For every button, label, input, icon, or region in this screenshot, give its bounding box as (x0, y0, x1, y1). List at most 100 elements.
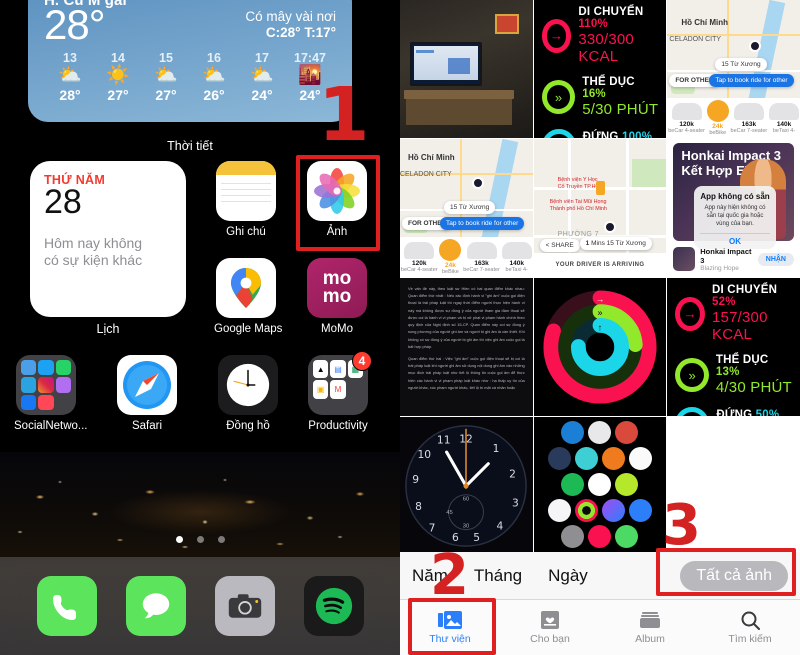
ride-label: beCar 4-seater (400, 266, 438, 273)
ride-option[interactable]: 140k beTaxi 4- (501, 241, 532, 273)
app-icon-clock[interactable]: Đồng hồ (216, 355, 280, 432)
partly-cloudy-icon: ⛅ (58, 64, 82, 86)
page-dot-3[interactable] (217, 536, 225, 543)
svg-text:↑: ↑ (598, 322, 602, 332)
forecast-hour: 14 ☀️ 27° (94, 51, 142, 103)
appstore-app-row[interactable]: Honkai Impact 3 Blazing Hope NHẬN (673, 245, 794, 273)
weather-temperature: 28° (44, 1, 106, 48)
map-marker-icon (595, 181, 605, 195)
photo-thumbnail-ride-map-2[interactable]: Hồ Chí Minh CELADON CITY 15 Từ Xương FOR… (400, 139, 533, 277)
app-icon-google-maps[interactable]: Google Maps (214, 258, 282, 335)
map-book-ride-pill[interactable]: Tap to book ride for other (709, 74, 794, 87)
page-dot-1[interactable] (175, 536, 183, 543)
dock (0, 557, 400, 655)
app-folder-socialnetwork[interactable]: SocialNetwo... (14, 355, 88, 432)
photo-thumbnail-activity-2[interactable]: → DI CHUYỂN 52% 157/300 KCAL » THỂ DỤC 1… (667, 278, 800, 416)
annotation-box-library-tab (408, 598, 496, 655)
svg-text:30: 30 (463, 524, 469, 530)
ride-option[interactable]: 163k beCar 7-seater (730, 102, 768, 134)
page-indicator[interactable] (0, 536, 400, 543)
svg-text:9: 9 (413, 473, 420, 486)
ride-option[interactable]: 140k beTaxi 4- (769, 102, 800, 134)
phone-icon[interactable] (36, 576, 97, 636)
tab-albums[interactable]: Album (600, 600, 700, 655)
photo-thumbnail-desk[interactable] (400, 0, 533, 138)
eta-destination: 15 Từ Xương (606, 240, 646, 247)
activity-row-exercise: » THỂ DỤC 16% 5/30 PHÚT (541, 76, 661, 118)
watch-app-icon (615, 473, 639, 496)
calendar-widget-label: Lịch (96, 322, 120, 336)
svg-text:10: 10 (418, 448, 432, 461)
svg-text:7: 7 (429, 522, 436, 535)
app-icon-momo[interactable]: mo mo MoMo (305, 258, 369, 335)
ride-price: 24k (712, 123, 724, 130)
watch-app-icon (601, 447, 625, 470)
hospital-1-line1: Bệnh viện Y Học (557, 177, 598, 183)
exercise-ring-icon: » (675, 358, 709, 392)
photo-thumbnail-document[interactable]: Về vấn đề này, theo luật sư Hiền có hai … (400, 278, 533, 416)
weather-widget-label: Thời tiết (167, 139, 213, 153)
app-icon-notes[interactable]: Ghi chú (214, 161, 278, 238)
move-label: DI CHUYỂN 110% (578, 6, 660, 30)
driver-status-text: YOUR DRIVER IS ARRIVING (555, 262, 645, 268)
camera-icon[interactable] (214, 576, 275, 636)
app-subtitle: Blazing Hope (700, 264, 739, 272)
hospital-2-line2: Thành phố Hồ Chí Minh (549, 206, 607, 213)
tab-search[interactable]: Tìm kiếm (700, 600, 800, 655)
photo-thumbnail-watch-apps[interactable] (533, 417, 667, 555)
calendar-widget[interactable]: THỨ NĂM 28 Hôm nay không có sự kiện khác (30, 161, 186, 317)
map-address-pill[interactable]: 15 Từ Xương (444, 201, 496, 214)
watch-app-row (538, 499, 663, 522)
ride-option[interactable]: 24k beBike (439, 239, 462, 275)
photo-thumbnail-ride-map-1[interactable]: Hồ Chí Minh CELADON CITY 15 Từ Xương FOR… (667, 0, 800, 138)
spotify-icon[interactable] (303, 576, 364, 636)
forecast-temp: 28° (59, 86, 81, 103)
watch-app-icon (628, 447, 652, 470)
ride-label: beCar 4-seater (668, 127, 705, 134)
tab-for-you[interactable]: Cho bạn (500, 600, 600, 655)
ride-option[interactable]: 120k beCar 4-seater (668, 102, 705, 134)
weather-widget[interactable]: H. Củ M gai 28° Có mây vài nơi C:28° T:1… (28, 0, 352, 122)
map-book-ride-pill[interactable]: Tap to book ride for other (440, 217, 525, 230)
app-label: SocialNetwo... (14, 420, 88, 432)
get-app-button[interactable]: NHẬN (757, 252, 794, 266)
messages-icon[interactable] (125, 576, 186, 636)
ride-option[interactable]: 24k beBike (706, 100, 729, 136)
notes-icon (216, 161, 276, 221)
photo-thumbnail-watch-face[interactable]: 12 123 456 789 10 11 60 45 30 (400, 417, 533, 555)
map-address-pill[interactable]: 15 Từ Xương (715, 58, 767, 71)
ride-label: beBike (441, 269, 459, 275)
stand-label: ĐỨNG 100% (583, 131, 653, 138)
photo-thumbnail-driver-map[interactable]: Bệnh viện Y Học Cổ Truyền TP.HCM Bệnh vi… (533, 139, 667, 277)
page-dot-2[interactable] (196, 536, 204, 543)
safari-icon (117, 355, 177, 415)
app-icon-safari[interactable]: Safari (115, 355, 179, 432)
share-label: SHARE (551, 242, 574, 249)
forecast-time: 17:47 (294, 50, 326, 65)
ride-label: beCar 7-seater (730, 127, 768, 134)
search-icon (741, 611, 760, 630)
ride-option[interactable]: 120k beCar 4-seater (400, 241, 438, 273)
eta-value: 1 (585, 240, 590, 247)
stand-label-text: ĐỨNG (582, 131, 619, 138)
move-value: 330/300 KCAL (578, 31, 634, 65)
svg-text:8: 8 (415, 500, 422, 513)
photo-thumbnail-appstore[interactable]: Honkai Impact 3 Kết Hợp EVA App không có… (667, 139, 800, 277)
map-district-label: CELADON CITY (400, 171, 452, 178)
ride-price: 24k (444, 262, 456, 269)
svg-text:4: 4 (497, 520, 504, 533)
share-pill[interactable]: < SHARE (539, 239, 580, 252)
segment-day[interactable]: Ngày (548, 566, 588, 586)
map-city-label: Hồ Chí Minh (681, 18, 728, 27)
watch-app-icon (588, 421, 612, 444)
photo-thumbnail-activity-1[interactable]: → DI CHUYỂN 110% 330/300 KCAL » THỂ DỤC (533, 0, 667, 138)
photo-thumbnail-activity-rings[interactable]: → » ↑ (533, 278, 667, 416)
svg-text:60: 60 (463, 497, 469, 503)
activity-rings-graphic: → » ↑ (543, 290, 657, 404)
iphone-home-screen: H. Củ M gai 28° Có mây vài nơi C:28° T:1… (0, 0, 400, 655)
app-folder-productivity[interactable]: ▲ ▤ ▦ ▣ M 4 Productivity (306, 351, 372, 432)
forecast-temp: 27° (107, 86, 129, 103)
segment-month[interactable]: Tháng (474, 566, 522, 586)
document-paragraph-2: Quan điểm thứ hai : Việc "ghi âm" cuộc g… (408, 355, 525, 390)
ride-option[interactable]: 163k beCar 7-seater (463, 241, 500, 273)
